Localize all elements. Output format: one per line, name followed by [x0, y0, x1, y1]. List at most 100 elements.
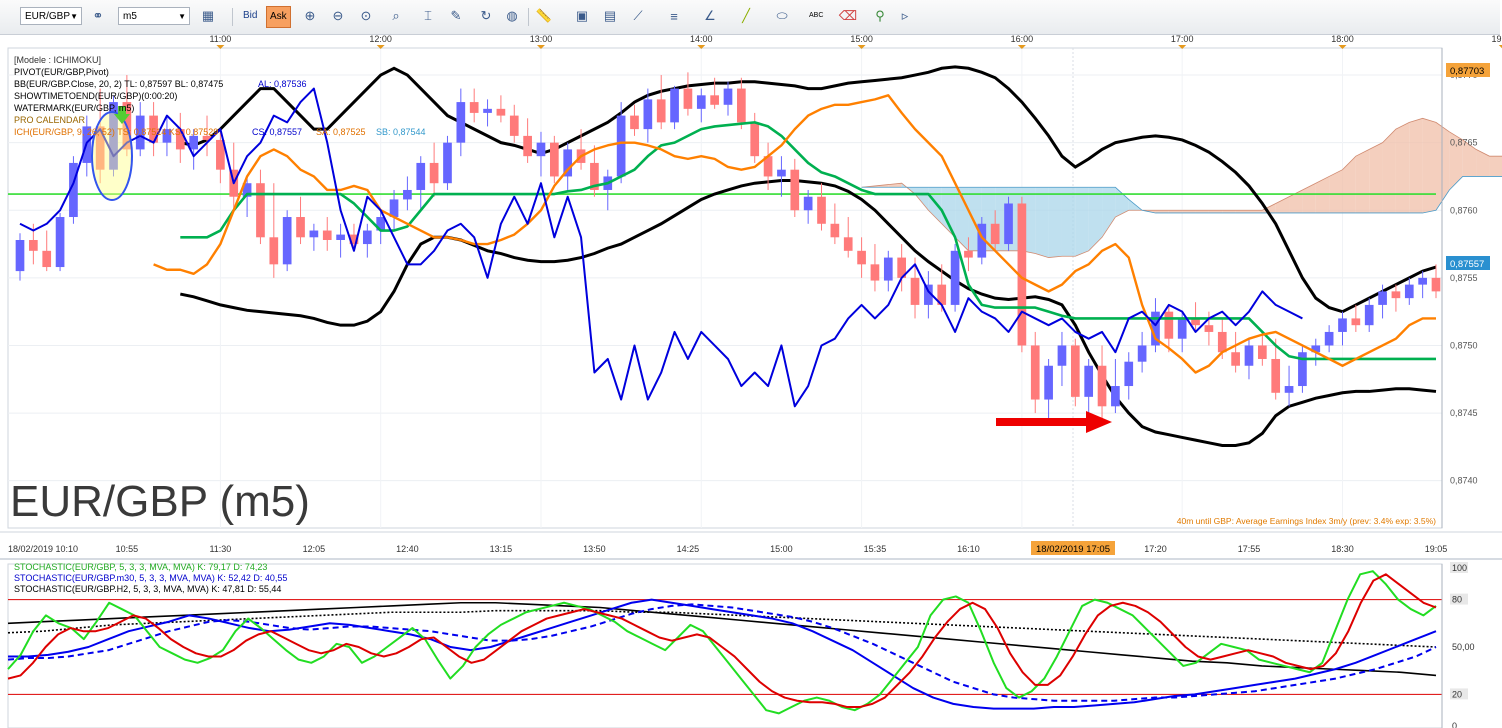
candle-body [362, 230, 372, 245]
candle-body [1044, 365, 1053, 400]
hierarchy-icon[interactable]: ⚲ [870, 6, 890, 26]
cloud-segment [1355, 149, 1370, 213]
candle-body [1338, 318, 1347, 332]
stoch-axis-label: 0 [1452, 721, 1457, 728]
candle-body [536, 142, 546, 157]
stoch-legend-line: STOCHASTIC(EUR/GBP.m30, 5, 3, 3, MVA, MV… [14, 573, 287, 583]
lines-icon[interactable]: ≡ [664, 6, 684, 26]
candle-body [723, 88, 733, 105]
bottom-time-label: 14:25 [677, 544, 700, 554]
draw-tools-icon[interactable]: ⟋ [628, 6, 648, 26]
candle-body [29, 240, 38, 251]
candle-body [1364, 304, 1374, 326]
link-icon[interactable]: ⚭ [88, 6, 108, 26]
candle-body [1124, 361, 1134, 387]
candle-body [1257, 345, 1267, 359]
indicator-icon[interactable]: ⌶ [418, 6, 438, 26]
top-time-label: 15:00 [850, 34, 873, 44]
candle-body [1431, 277, 1441, 292]
top-time-axis: 11:00 12:00 13:00 14:00 15:00 16:00 17:00 18:00… [209, 34, 1502, 49]
candle-body [469, 102, 479, 113]
candle-body [256, 183, 265, 238]
zoom-box-icon[interactable]: ⌕ [386, 6, 406, 26]
stoch-axis-label: 100 [1452, 563, 1467, 573]
stochastic-panel[interactable]: 100 80 50,00 20 0 STOCHASTIC(EUR/GBP, 5, 3, … [0, 558, 1502, 728]
candle-body [483, 108, 492, 113]
top-time-label: 19:00 [1492, 34, 1502, 44]
ellipse-icon[interactable]: ⬭ [772, 6, 792, 26]
trendline-icon[interactable]: ╱ [736, 6, 756, 26]
candle-body [817, 196, 826, 224]
image-icon[interactable]: ▣ [572, 6, 592, 26]
candle-body [1217, 331, 1227, 353]
top-time-label: 12:00 [369, 34, 392, 44]
candle-body [1070, 345, 1080, 397]
zoom-in-icon[interactable]: ⊕ [300, 6, 320, 26]
zoom-out-icon[interactable]: ⊖ [328, 6, 348, 26]
candle-body [496, 108, 506, 116]
text-tool-button[interactable]: ABC [806, 6, 826, 26]
candle-body [1324, 331, 1334, 346]
top-time-label: 16:00 [1011, 34, 1034, 44]
refresh-icon[interactable]: ↻ [476, 6, 496, 26]
bottom-time-label: 17:55 [1238, 544, 1261, 554]
globe-icon[interactable]: ◍ [502, 6, 522, 26]
symbol-select[interactable]: EUR/GBP ▼ [20, 7, 82, 25]
cloud-segment [1476, 149, 1490, 177]
candle-body [1351, 318, 1361, 326]
cloud-segment [1061, 187, 1076, 257]
candle-body [843, 237, 853, 251]
cloud-segment [1436, 122, 1450, 211]
zoom-reset-icon[interactable]: ⊙ [356, 6, 376, 26]
price-chart[interactable]: 11:00 12:00 13:00 14:00 15:00 16:00 17:00 18:00… [0, 34, 1502, 558]
candle-body [282, 217, 292, 265]
bottom-time-label: 11:30 [209, 544, 231, 554]
candle-body [42, 250, 52, 268]
candle-body [1378, 291, 1387, 305]
template-icon[interactable]: ▤ [600, 6, 620, 26]
timeframe-select[interactable]: m5 ▼ [118, 7, 190, 25]
cloud-segment [1222, 210, 1236, 213]
price-tick-label: 0,8765 [1450, 138, 1478, 148]
note-icon[interactable]: ✎ [446, 6, 466, 26]
bottom-time-label: 15:00 [770, 544, 793, 554]
cloud-segment [1382, 129, 1396, 213]
bottom-time-label: 12:05 [303, 544, 326, 554]
bottom-time-label: 18/02/2019 10:10 [8, 544, 78, 554]
candle-body [696, 95, 706, 109]
eraser-icon[interactable]: ⌫ [838, 6, 858, 26]
chart-type-icon[interactable]: ▦ [198, 6, 218, 26]
cloud-segment [1329, 169, 1343, 213]
cloud-segment [1489, 156, 1502, 177]
candle-body [1137, 345, 1147, 362]
panel-divider [0, 558, 1502, 560]
candle-body [857, 250, 866, 265]
watermark-text: EUR/GBP (m5) [10, 477, 310, 526]
ruler-icon[interactable]: 📏 [534, 6, 554, 26]
more-icon[interactable]: ▹ [895, 6, 915, 26]
stoch-legend-line: STOCHASTIC(EUR/GBP.H2, 5, 3, 3, MVA, MVA… [14, 584, 281, 594]
stoch-legend-line: STOCHASTIC(EUR/GBP, 5, 3, 3, MVA, MVA) K… [14, 562, 267, 572]
bid-button[interactable]: Bid [240, 6, 260, 26]
price-tick-label: 0,8755 [1450, 273, 1478, 283]
candle-body [1391, 291, 1401, 299]
candle-body [1418, 277, 1427, 285]
candle-body [443, 142, 452, 184]
candle-body [523, 135, 532, 157]
cloud-segment [1155, 210, 1169, 213]
price-tick-label: 0,8740 [1450, 476, 1478, 486]
cloud-segment [1235, 210, 1249, 213]
toolbar: EUR/GBP ▼ ⚭ m5 ▼ ▦ Bid Ask ⊕ ⊖ ⊙ ⌕ ⌶ ✎ ↻… [0, 0, 1500, 35]
candle-body [883, 257, 893, 281]
candle-body [549, 142, 559, 177]
ask-button[interactable]: Ask [266, 6, 291, 28]
legend-line: PIVOT(EUR/GBP,Pivot) [14, 67, 109, 77]
candle-body [1244, 345, 1254, 366]
candle-body [1271, 358, 1281, 393]
symbol-select-value: EUR/GBP [25, 11, 71, 22]
candle-body [910, 277, 920, 305]
top-time-label: 18:00 [1331, 34, 1354, 44]
fan-icon[interactable]: ∠ [700, 6, 720, 26]
cloud-segment [1035, 187, 1049, 258]
chevron-down-icon: ▼ [178, 12, 186, 21]
